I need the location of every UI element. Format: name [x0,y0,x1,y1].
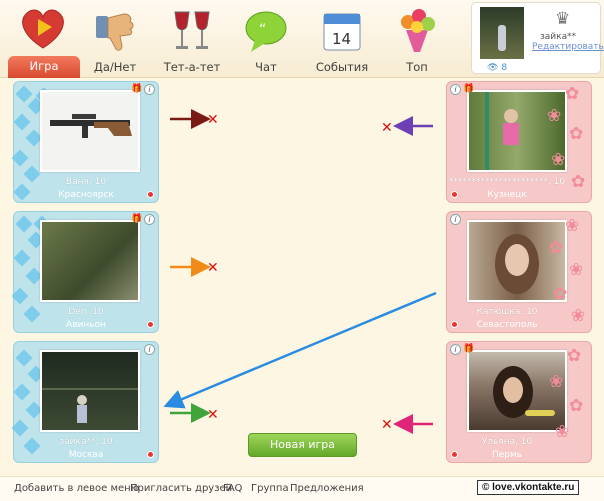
suggestions-link[interactable]: Предложения [290,483,364,494]
new-game-button[interactable]: Новая игра [248,433,357,457]
add-to-left-menu-link[interactable]: Добавить в левое меню [14,483,139,494]
profile-name: зайка** [540,32,577,42]
gift-icon[interactable]: 🎁 [131,84,142,95]
profile-avatar[interactable] [480,7,524,59]
crown-icon: ♛ [555,9,571,29]
chat-bubble-icon: “ [245,11,287,52]
faq-link[interactable]: FAQ [223,483,242,494]
flowers-icon [401,9,435,52]
tab-events[interactable]: 14 События [306,4,378,76]
rifle-photo[interactable] [40,90,140,172]
player-city: Красноярск [58,190,114,200]
cross-mark-icon: ✕ [207,112,219,128]
views-count: 8 [501,63,508,73]
site-brand: © love.vkontakte.ru [477,480,580,495]
thumbs-down-icon [96,13,134,51]
tab-chat-label: Чат [255,60,277,74]
player-card-right-3[interactable]: i 🎁 Ульяна, 10 Пермь ✿ ❀ ✿ ❀ [446,341,592,463]
rifle-image [50,114,132,138]
info-icon[interactable]: i [144,344,155,355]
player-card-right-2[interactable]: i Катюшка, 10 Севастополь ❀ ✿ ❀ ✿ ❀ [446,211,592,333]
eye-icon: 👁 [487,63,499,73]
player-city: Москва [68,450,104,460]
group-link[interactable]: Группа [251,483,289,494]
wine-glasses-icon [174,11,210,49]
cross-mark-icon: ✕ [207,407,219,423]
player-card-right-1[interactable]: i 🎁 **********************, 10 Кузнецк ✿… [446,81,592,203]
info-icon[interactable]: i [450,84,461,95]
online-status-dot [147,191,154,198]
svg-text:“: “ [259,22,266,38]
tab-top[interactable]: Топ [381,4,453,76]
info-icon[interactable]: i [144,84,155,95]
player-card-left-1[interactable]: i 🎁 Ваня, 10 Красноярск [11,81,159,203]
views-counter: 👁 8 [487,63,507,73]
info-icon[interactable]: i [144,214,155,225]
edit-profile-link[interactable]: Редактировать [532,42,604,52]
online-status-dot [147,321,154,328]
flower-decoration: ❀ ✿ ❀ ✿ ❀ [549,216,586,326]
calendar-icon: 14 [323,13,361,51]
player-name: Den, 10 [68,307,104,317]
tab-top-label: Топ [406,60,428,74]
info-icon[interactable]: i [450,344,461,355]
player-city: Авиньон [66,320,106,330]
heart-play-icon[interactable] [17,4,69,52]
online-status-dot [451,321,458,328]
gift-icon[interactable]: 🎁 [463,344,474,355]
player-name: Ваня, 10 [65,177,107,187]
profile-box: ♛ зайка** Редактировать 👁 8 [471,2,604,74]
tab-tete-a-tete[interactable]: Тет-а-тет [156,4,228,76]
tab-yes-no-label: Да/Нет [93,60,137,74]
player-name: зайка**, 10 [59,437,113,447]
camouflage-photo[interactable] [40,220,140,302]
night-yard-photo[interactable] [40,350,140,432]
gift-icon[interactable]: 🎁 [131,214,142,225]
tab-tete-a-tete-label: Тет-а-тет [163,60,221,74]
player-card-left-2[interactable]: i 🎁 Den, 10 Авиньон [11,211,159,333]
online-status-dot [147,451,154,458]
flower-decoration: ✿ ❀ ✿ ❀ [549,346,584,442]
person-figure [42,388,138,423]
invite-friends-link[interactable]: Пригласить друзей [130,483,232,494]
footer: Добавить в левое меню Пригласить друзей … [0,476,604,501]
tab-game-label: Игра [29,59,59,73]
cross-mark-icon: ✕ [381,120,393,136]
cross-mark-icon: ✕ [207,260,219,276]
online-status-dot [451,451,458,458]
player-card-left-3[interactable]: i зайка**, 10 Москва [11,341,159,463]
cross-mark-icon: ✕ [381,417,393,433]
tab-game[interactable]: Игра [8,56,80,78]
top-navigation: Игра Да/Нет Тет-а-тет “ Чат 14 События Т… [0,0,604,78]
arrow-blue [163,291,437,409]
online-status-dot [451,191,458,198]
info-icon[interactable]: i [450,214,461,225]
gift-icon[interactable]: 🎁 [463,84,474,95]
calendar-day: 14 [332,30,351,48]
flower-decoration: ✿ ❀ ✿ ❀ ✿ [547,84,586,192]
tab-yes-no[interactable]: Да/Нет [79,4,151,76]
tab-events-label: События [315,60,369,74]
tab-chat[interactable]: “ Чат [230,4,302,76]
